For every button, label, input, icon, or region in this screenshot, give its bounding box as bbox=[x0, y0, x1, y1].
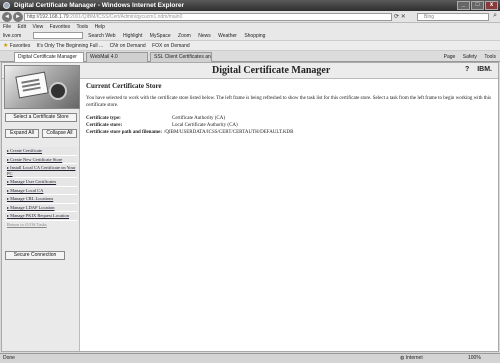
page-description: You have selected to work with the certi… bbox=[86, 96, 491, 108]
toolbar-zoom[interactable]: Zoom bbox=[178, 33, 191, 39]
address-bar[interactable]: http://192.168.1.79:2001/QIBM/ICSS/Cert/… bbox=[24, 13, 392, 21]
live-toolbar: live.com Search Web Highlight MySpace Zo… bbox=[0, 31, 500, 41]
page-heading: Current Certificate Store bbox=[86, 82, 162, 90]
toolbar-highlight[interactable]: Highlight bbox=[123, 33, 142, 39]
collapse-all-button[interactable]: Collapse All bbox=[42, 129, 77, 138]
command-bar: Page Safety Tools bbox=[438, 52, 496, 62]
security-zone: ◍ Internet bbox=[400, 355, 423, 361]
ie-icon bbox=[3, 2, 10, 9]
tab-row: Digital Certificate Manager WebMail 4.0 … bbox=[0, 51, 500, 62]
nav-manage-pkix-request-location[interactable]: ▸ Manage PKIX Request Location bbox=[5, 212, 77, 221]
favorites-star-icon[interactable]: ★ bbox=[3, 43, 8, 49]
menu-edit[interactable]: Edit bbox=[17, 24, 26, 30]
info-row-path: Certificate store path and filename: /QI… bbox=[86, 129, 494, 136]
certificate-banner-image bbox=[4, 65, 80, 109]
safety-menu[interactable]: Safety bbox=[463, 54, 477, 60]
tab-ssl-client-certificates[interactable]: SSL Client Certificates and R... bbox=[150, 52, 212, 62]
forward-button[interactable]: ► bbox=[13, 12, 23, 22]
select-certificate-store-button[interactable]: Select a Certificate Store bbox=[5, 113, 77, 122]
refresh-stop-icons[interactable]: ⟳ ✕ bbox=[394, 13, 406, 20]
window-titlebar: Digital Certificate Manager - Windows In… bbox=[0, 0, 500, 11]
window-title: Digital Certificate Manager - Windows In… bbox=[14, 2, 185, 9]
zoom-level[interactable]: 100% bbox=[468, 354, 481, 363]
nav-manage-local-ca[interactable]: ▸ Manage Local CA bbox=[5, 186, 77, 195]
menu-tools[interactable]: Tools bbox=[76, 24, 88, 30]
menu-favorites[interactable]: Favorites bbox=[50, 24, 71, 30]
certificate-seal-icon bbox=[49, 82, 67, 100]
favorite-link-3[interactable]: FOX on Demand bbox=[152, 43, 190, 49]
back-button[interactable]: ◄ bbox=[2, 12, 12, 22]
info-value: Certificate Authority (CA) bbox=[172, 116, 226, 121]
search-icon[interactable]: ⌕ bbox=[493, 12, 497, 19]
main-frame: Current Certificate Store You have selec… bbox=[86, 82, 494, 136]
info-value: /QIBM/USERDATA/ICSS/CERT/CERTAUTH/DEFAUL… bbox=[164, 130, 294, 135]
menu-view[interactable]: View bbox=[32, 24, 43, 30]
page-content: Digital Certificate Manager ? IBM. Selec… bbox=[1, 62, 499, 352]
info-label: Certificate type: bbox=[86, 116, 121, 121]
toolbar-weather[interactable]: Weather bbox=[218, 33, 237, 39]
toolbar-news[interactable]: News bbox=[198, 33, 211, 39]
toolbar-shopping[interactable]: Shopping bbox=[244, 33, 265, 39]
page-menu[interactable]: Page bbox=[444, 54, 456, 60]
menu-file[interactable]: File bbox=[3, 24, 11, 30]
nav-manage-ldap-location[interactable]: ▸ Manage LDAP Location bbox=[5, 203, 77, 212]
expand-all-button[interactable]: Expand All bbox=[5, 129, 39, 138]
address-url-tail: :2001/QIBM/ICSS/Cert/Admin/qycucm1.ndm/m… bbox=[68, 14, 183, 20]
tab-webmail[interactable]: WebMail 4.0 bbox=[86, 52, 148, 62]
task-list: ▸ Create Certificate ▸ Create New Certif… bbox=[5, 147, 77, 228]
info-label: Certificate store path and filename: bbox=[86, 130, 163, 135]
certificate-card-icon bbox=[15, 71, 49, 99]
toolbar-myspace[interactable]: MySpace bbox=[150, 33, 171, 39]
return-to-os-tasks-link[interactable]: Return to i5/OS Tasks bbox=[5, 221, 77, 229]
secure-connection-button[interactable]: Secure Connection bbox=[5, 251, 65, 260]
app-title: Digital Certificate Manager bbox=[212, 65, 331, 76]
ibm-logo: IBM. bbox=[477, 66, 492, 73]
nav-install-local-ca-certificate[interactable]: ▸ Install Local CA Certificate on Your P… bbox=[5, 164, 77, 178]
maximize-button[interactable]: □ bbox=[471, 1, 484, 10]
nav-manage-crl-locations[interactable]: ▸ Manage CRL Locations bbox=[5, 195, 77, 204]
globe-icon: ◍ bbox=[400, 355, 405, 361]
favorites-button[interactable]: Favorites bbox=[10, 43, 31, 49]
nav-manage-user-certificates[interactable]: ▸ Manage User Certificates bbox=[5, 178, 77, 187]
favorites-bar: ★ Favorites It's Only The Beginning Full… bbox=[0, 41, 500, 51]
nav-create-certificate[interactable]: ▸ Create Certificate bbox=[5, 147, 77, 156]
info-row-type: Certificate type: Certificate Authority … bbox=[86, 115, 494, 122]
favorite-link-2[interactable]: CNr on Demand bbox=[110, 43, 146, 49]
search-web-button[interactable]: Search Web bbox=[88, 33, 115, 39]
address-row: ◄ ► http://192.168.1.79:2001/QIBM/ICSS/C… bbox=[0, 11, 500, 23]
info-label: Certificate store: bbox=[86, 123, 123, 128]
toolbar-search-input[interactable] bbox=[32, 32, 83, 40]
close-button[interactable]: x bbox=[485, 1, 498, 10]
status-bar: Done ◍ Internet 100% bbox=[0, 353, 500, 363]
favorite-link-1[interactable]: It's Only The Beginning Full ... bbox=[37, 43, 103, 49]
tab-digital-certificate-manager[interactable]: Digital Certificate Manager bbox=[14, 52, 84, 62]
menu-bar: File Edit View Favorites Tools Help bbox=[0, 23, 500, 31]
status-text: Done bbox=[3, 355, 15, 361]
nav-create-new-certificate-store[interactable]: ▸ Create New Certificate Store bbox=[5, 155, 77, 164]
minimize-button[interactable]: _ bbox=[457, 1, 470, 10]
menu-help[interactable]: Help bbox=[95, 24, 105, 30]
search-input[interactable]: Bing ⌕ bbox=[417, 12, 497, 21]
address-url: http://192.168.1.79 bbox=[27, 14, 69, 20]
search-placeholder: Bing bbox=[424, 14, 435, 20]
info-value: Local Certificate Authority (CA) bbox=[172, 123, 238, 128]
help-icon[interactable]: ? bbox=[465, 66, 469, 73]
live-logo[interactable]: live.com bbox=[3, 33, 21, 39]
tools-menu[interactable]: Tools bbox=[484, 54, 496, 60]
info-row-store: Certificate store: Local Certificate Aut… bbox=[86, 122, 494, 129]
left-nav-frame: Select a Certificate Store Expand All Co… bbox=[2, 79, 80, 351]
